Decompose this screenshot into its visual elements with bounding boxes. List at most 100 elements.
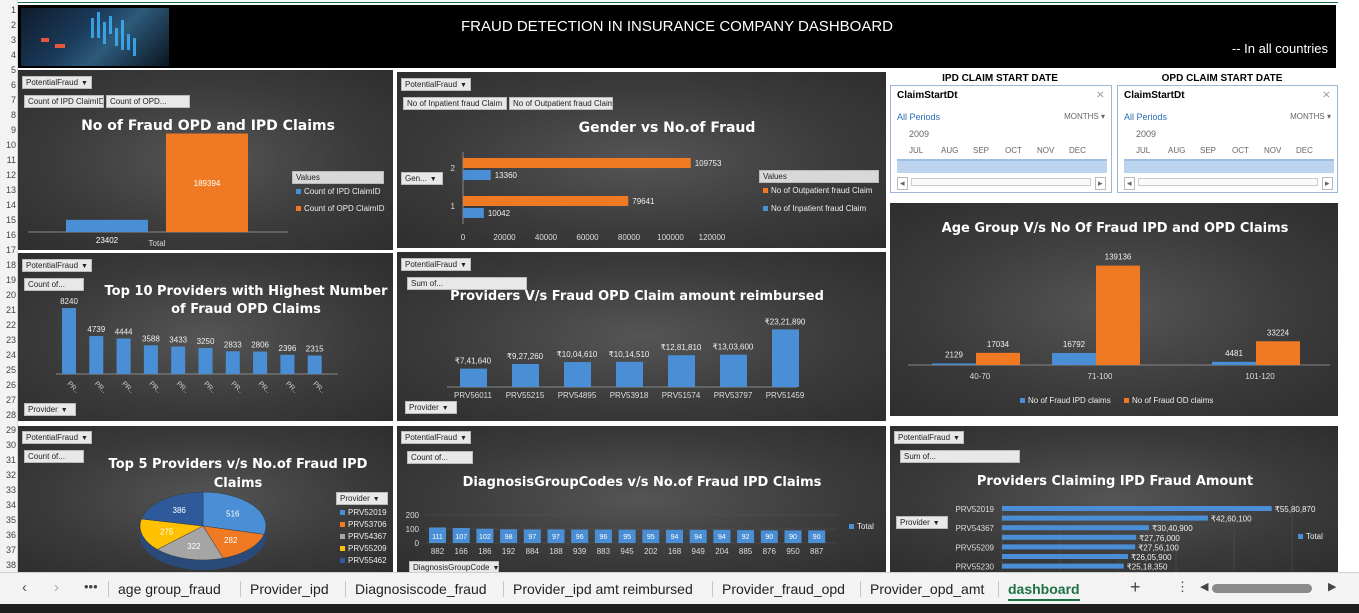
tab-separator [240,581,241,597]
provider-filter[interactable]: Provider ▼ [896,516,948,529]
timeline-bar[interactable] [897,159,1107,173]
time-level-dropdown[interactable]: MONTHS ▾ [1064,112,1105,121]
row-number: 32 [5,470,16,480]
scroll-left-icon[interactable]: ◂ [897,177,908,190]
legend-entry: No of Inpatient fraud Claim [771,204,866,213]
sheet-tab-provider-ipd-amt-reimbursed[interactable]: Provider_ipd amt reimbursed [513,581,693,597]
month-label: DEC [1296,146,1313,155]
tick-label: 71-100 [1088,372,1113,381]
timeline-bar[interactable] [1124,159,1334,173]
panel-diagnosis: PotentialFraud ▼ Count of... DiagnosisGro… [397,426,886,572]
scroll-right-icon[interactable]: ▶ [1328,580,1336,593]
bar-od [1256,341,1300,365]
ipd-timeline-slicer[interactable]: ClaimStartDt ⨯ All Periods MONTHS ▾ 2009 JUL A… [890,85,1112,193]
prev-sheet-icon[interactable]: ‹ [22,579,27,596]
sheet-tab-provider-opd-amt[interactable]: Provider_opd_amt [870,581,984,597]
sheet-tab-diagnosiscode-fraud[interactable]: Diagnosiscode_fraud [355,581,487,597]
more-sheets-icon[interactable]: ••• [84,579,98,594]
provider-legend-filter[interactable]: Provider ▼ [336,492,388,505]
data-label: 322 [187,542,201,551]
tick-label: 40-70 [970,372,991,381]
data-label: ₹55,80,870 [1275,505,1316,514]
data-label: 3588 [142,334,160,343]
legend-swatch [296,189,301,194]
add-sheet-icon[interactable]: + [1130,577,1141,598]
bar [564,362,591,387]
horizontal-scrollbar[interactable] [1212,584,1312,593]
bar [143,345,158,374]
diag-group-filter[interactable]: DiagnosisGroupCode ▼ [409,561,499,572]
tick-label: 950 [786,547,800,556]
data-label: 111 [432,534,443,541]
next-sheet-icon[interactable]: › [54,579,59,596]
filter-label: DiagnosisGroupCode [413,563,490,572]
taskbar [0,604,1359,613]
row-number: 36 [5,530,16,540]
month-label: AUG [1168,146,1186,155]
scroll-right-icon[interactable]: ▸ [1095,177,1106,190]
dashboard-title: FRAUD DETECTION IN INSURANCE COMPANY DAS… [461,18,893,35]
sheet-tab-provider-fraud-opd[interactable]: Provider_fraud_opd [722,581,845,597]
row-number: 1 [10,5,16,15]
provider-filter[interactable]: Provider ▼ [24,403,76,416]
tick-label: 168 [668,547,682,556]
provider-filter[interactable]: Provider ▼ [405,401,457,414]
month-label: JUL [909,146,924,155]
row-number: 33 [5,485,16,495]
clear-filter-icon[interactable]: ⨯ [1322,88,1331,101]
timeline-scrollbar[interactable] [1138,178,1318,186]
row-number: 19 [5,275,16,285]
timeline-scrollbar[interactable] [911,178,1091,186]
row-headers: 1 2 3 4 5 6 7 8 9 10 11 12 13 14 15 16 17 18 19 20 21 22 23 24 2… [0,0,18,572]
bar-outpatient [463,158,691,168]
row-number: 31 [5,455,16,465]
data-label: ₹27,76,000 [1139,534,1180,543]
tick-label: PRV52019 [955,505,994,514]
tick-label: Total [149,239,166,248]
legend-swatch [340,510,345,515]
bar [1002,515,1208,521]
tick-label: 0 [461,233,466,242]
clear-filter-icon[interactable]: ⨯ [1096,88,1105,101]
row-number: 23 [5,335,16,345]
opd-timeline-slicer[interactable]: ClaimStartDt ⨯ All Periods MONTHS ▾ 2009 JUL A… [1117,85,1338,193]
time-level-dropdown[interactable]: MONTHS ▾ [1290,112,1331,121]
sheet-tab-dashboard[interactable]: dashboard [1008,581,1080,601]
legend-title: Values [759,170,879,183]
data-label: 98 [505,534,513,541]
scroll-left-icon[interactable]: ◀ [1200,580,1208,593]
sheet-tab-provider-ipd[interactable]: Provider_ipd [250,581,329,597]
bar [772,329,799,387]
tick-label: PRV55209 [955,543,994,552]
row-number: 10 [5,140,16,150]
tab-separator [108,581,109,597]
sheet-tab-age-group-fraud[interactable]: age group_fraud [118,581,221,597]
panel-fraud-opd-ipd: PotentialFraud ▼ Count of IPD ClaimID Cou… [18,70,393,250]
data-label: 95 [623,534,631,541]
tick-label: PR.. [66,380,81,395]
legend-swatch [763,206,768,211]
row-number: 9 [10,125,16,135]
options-icon[interactable]: ⋮ [1176,579,1189,595]
tick-label: 885 [739,547,753,556]
data-label: ₹42,60,100 [1211,515,1252,524]
data-label: 96 [600,534,608,541]
scroll-left-icon[interactable]: ◂ [1124,177,1135,190]
bar [1002,544,1136,550]
row-number: 16 [5,230,16,240]
bar [280,354,295,374]
data-label: 4739 [87,325,105,334]
row-number: 25 [5,365,16,375]
tab-separator [503,581,504,597]
tick-label: 202 [644,547,658,556]
bar [1002,525,1149,531]
scroll-right-icon[interactable]: ▸ [1322,177,1333,190]
dashboard-title-band: FRAUD DETECTION IN INSURANCE COMPANY DAS… [18,5,1336,68]
tick-label: PRV54895 [558,391,597,400]
all-periods-label: All Periods [897,112,941,122]
bar [89,336,104,374]
tick-label: 945 [620,547,634,556]
row-number: 34 [5,500,16,510]
month-label: JUL [1136,146,1151,155]
data-label: 386 [173,506,187,515]
